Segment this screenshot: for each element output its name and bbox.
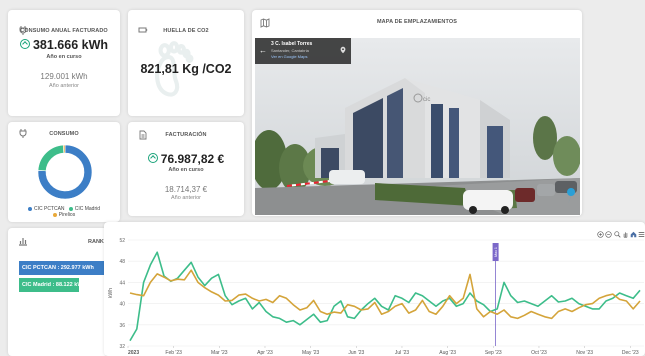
consumption-line-chart[interactable]: 32 36 40 44 48 52 kWh 2023 Feb '23 Mar '23 Apr '23… bbox=[104, 222, 645, 356]
x-tick-label: May '23 bbox=[302, 350, 320, 356]
annotation-label: Max 1 bbox=[494, 247, 498, 257]
series-line[interactable] bbox=[129, 269, 641, 320]
menu-icon[interactable] bbox=[638, 231, 645, 238]
arrow-up-circle-icon bbox=[147, 152, 158, 163]
x-tick-label: Jul '23 bbox=[395, 350, 410, 356]
x-tick-label: 2023 bbox=[128, 350, 139, 356]
back-arrow-icon[interactable]: ← bbox=[259, 46, 267, 55]
donut-slice[interactable] bbox=[62, 144, 66, 154]
previous-year-value: 18.714,37 € bbox=[164, 185, 208, 194]
magnifier-icon[interactable] bbox=[614, 231, 621, 238]
donut-legend-row2: Pirelios bbox=[8, 212, 120, 218]
previous-year-label: Año anterior bbox=[49, 83, 79, 89]
card-consumo: CONSUMO CIC PCTCAN CIC Madrid Pirelios bbox=[8, 122, 120, 222]
street-view-map[interactable]: cic ← 3 C. Isabel Torres Santander, Cant… bbox=[255, 38, 580, 215]
legend-item-pirelios[interactable]: Pirelios bbox=[52, 212, 75, 218]
y-axis-label: kWh bbox=[108, 288, 114, 298]
series-line[interactable] bbox=[129, 251, 641, 342]
previous-year-value: 129.001 kWh bbox=[40, 72, 88, 81]
bar-chart-icon bbox=[19, 238, 27, 246]
place-info-box[interactable]: ← 3 C. Isabel Torres Santander, Cantabri… bbox=[255, 38, 351, 64]
pan-icon[interactable] bbox=[622, 231, 629, 238]
x-tick-label: Sep '23 bbox=[485, 350, 502, 356]
consumption-donut-chart[interactable] bbox=[35, 142, 95, 202]
card-title: MAPA DE EMPLAZAMIENTOS bbox=[376, 19, 458, 25]
place-region: Santander, Cantabria bbox=[271, 48, 309, 53]
y-tick-label: 52 bbox=[119, 238, 125, 244]
current-year-label: Año en curso bbox=[46, 54, 82, 60]
x-tick-label: Aug '23 bbox=[439, 350, 456, 356]
current-year-label: Año en curso bbox=[168, 167, 204, 173]
annual-consumption-value: 381.666 kWh bbox=[8, 38, 120, 52]
x-tick-label: Nov '23 bbox=[576, 350, 593, 356]
y-tick-label: 36 bbox=[119, 323, 125, 329]
street-view-image: cic bbox=[255, 38, 580, 215]
y-tick-label: 48 bbox=[119, 259, 125, 265]
map-pin-icon[interactable] bbox=[339, 45, 347, 55]
home-icon[interactable] bbox=[630, 231, 637, 238]
card-consumo-anual: CONSUMO ANUAL FACTURADO 381.666 kWh Año … bbox=[8, 10, 120, 116]
previous-year-label: Año anterior bbox=[171, 195, 201, 201]
card-ranking: RANK bbox=[8, 228, 108, 356]
zoom-in-icon[interactable] bbox=[597, 231, 604, 238]
card-title: FACTURACIÓN bbox=[165, 132, 207, 138]
x-tick-label: Jun '23 bbox=[348, 350, 364, 356]
card-title: HUELLA DE CO2 bbox=[163, 28, 209, 34]
card-title: RANK bbox=[88, 239, 104, 245]
billing-value: 76.987,82 € bbox=[128, 152, 244, 166]
card-title: CONSUMO bbox=[49, 131, 79, 137]
x-tick-label: Dec '23 bbox=[622, 350, 639, 356]
card-huella-co2: HUELLA DE CO2 821,81 Kg /CO2 bbox=[128, 10, 244, 116]
y-tick-label: 44 bbox=[119, 280, 125, 286]
y-tick-label: 32 bbox=[119, 344, 125, 350]
arrow-up-circle-icon bbox=[19, 38, 30, 49]
x-tick-label: Oct '23 bbox=[531, 350, 547, 356]
building-sign: cic bbox=[423, 97, 430, 103]
zoom-out-icon[interactable] bbox=[605, 231, 612, 238]
x-tick-label: Mar '23 bbox=[211, 350, 228, 356]
x-tick-label: Apr '23 bbox=[257, 350, 273, 356]
place-name: 3 C. Isabel Torres bbox=[271, 41, 313, 47]
google-maps-link[interactable]: Ver en Google Maps bbox=[271, 54, 307, 59]
co2-value: 821,81 Kg /CO2 bbox=[140, 62, 232, 76]
donut-slice[interactable] bbox=[37, 144, 65, 172]
card-title: CONSUMO ANUAL FACTURADO bbox=[20, 28, 108, 34]
y-tick-label: 40 bbox=[119, 302, 125, 308]
ranking-bar[interactable]: CIC PCTCAN : 292.977 kWh bbox=[19, 261, 115, 275]
card-facturacion: FACTURACIÓN 76.987,82 € Año en curso 18.… bbox=[128, 122, 244, 216]
ranking-bar[interactable]: CIC Madrid : 88.122 kWh bbox=[19, 278, 86, 292]
x-tick-label: Feb '23 bbox=[165, 350, 182, 356]
